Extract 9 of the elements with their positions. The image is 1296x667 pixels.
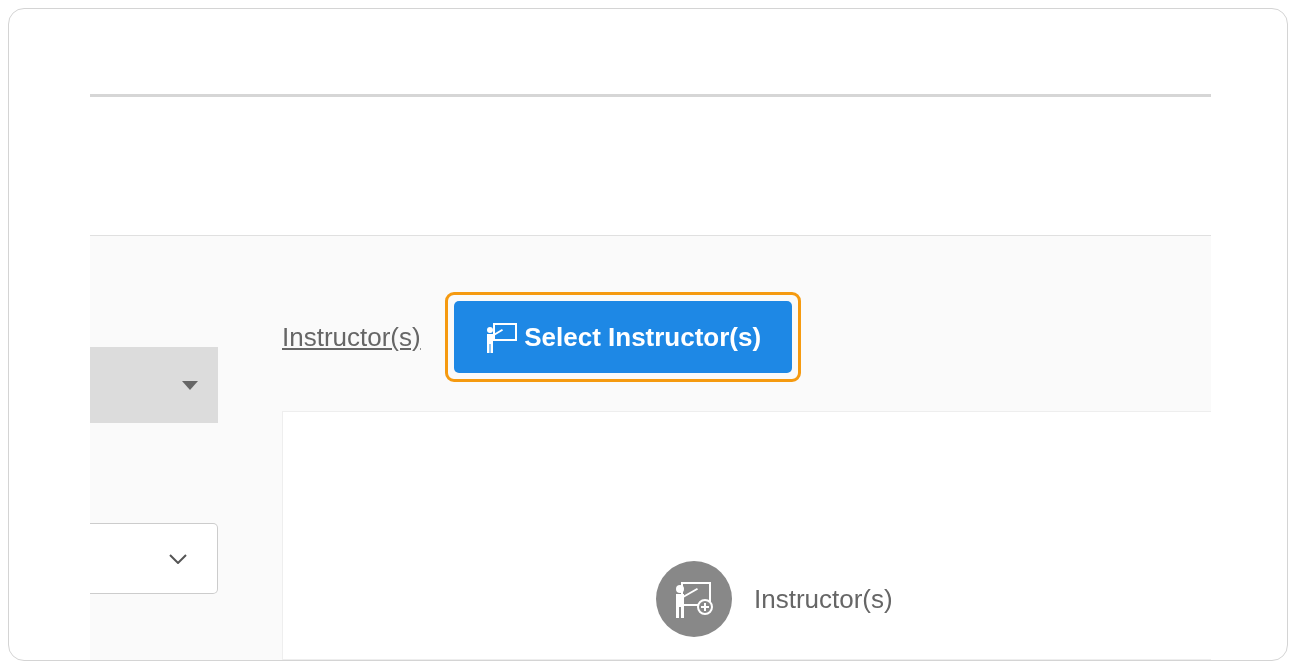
select-instructors-button[interactable]: Select Instructor(s) xyxy=(453,301,792,373)
caret-icon xyxy=(182,380,198,390)
select-field[interactable] xyxy=(90,523,218,594)
chevron-down-icon xyxy=(169,553,187,564)
teacher-board-icon xyxy=(484,320,519,354)
dropdown[interactable] xyxy=(90,347,218,423)
empty-state-label: Instructor(s) xyxy=(754,583,893,615)
instructors-link[interactable]: Instructor(s) xyxy=(282,321,421,353)
teacher-add-icon xyxy=(656,561,732,637)
